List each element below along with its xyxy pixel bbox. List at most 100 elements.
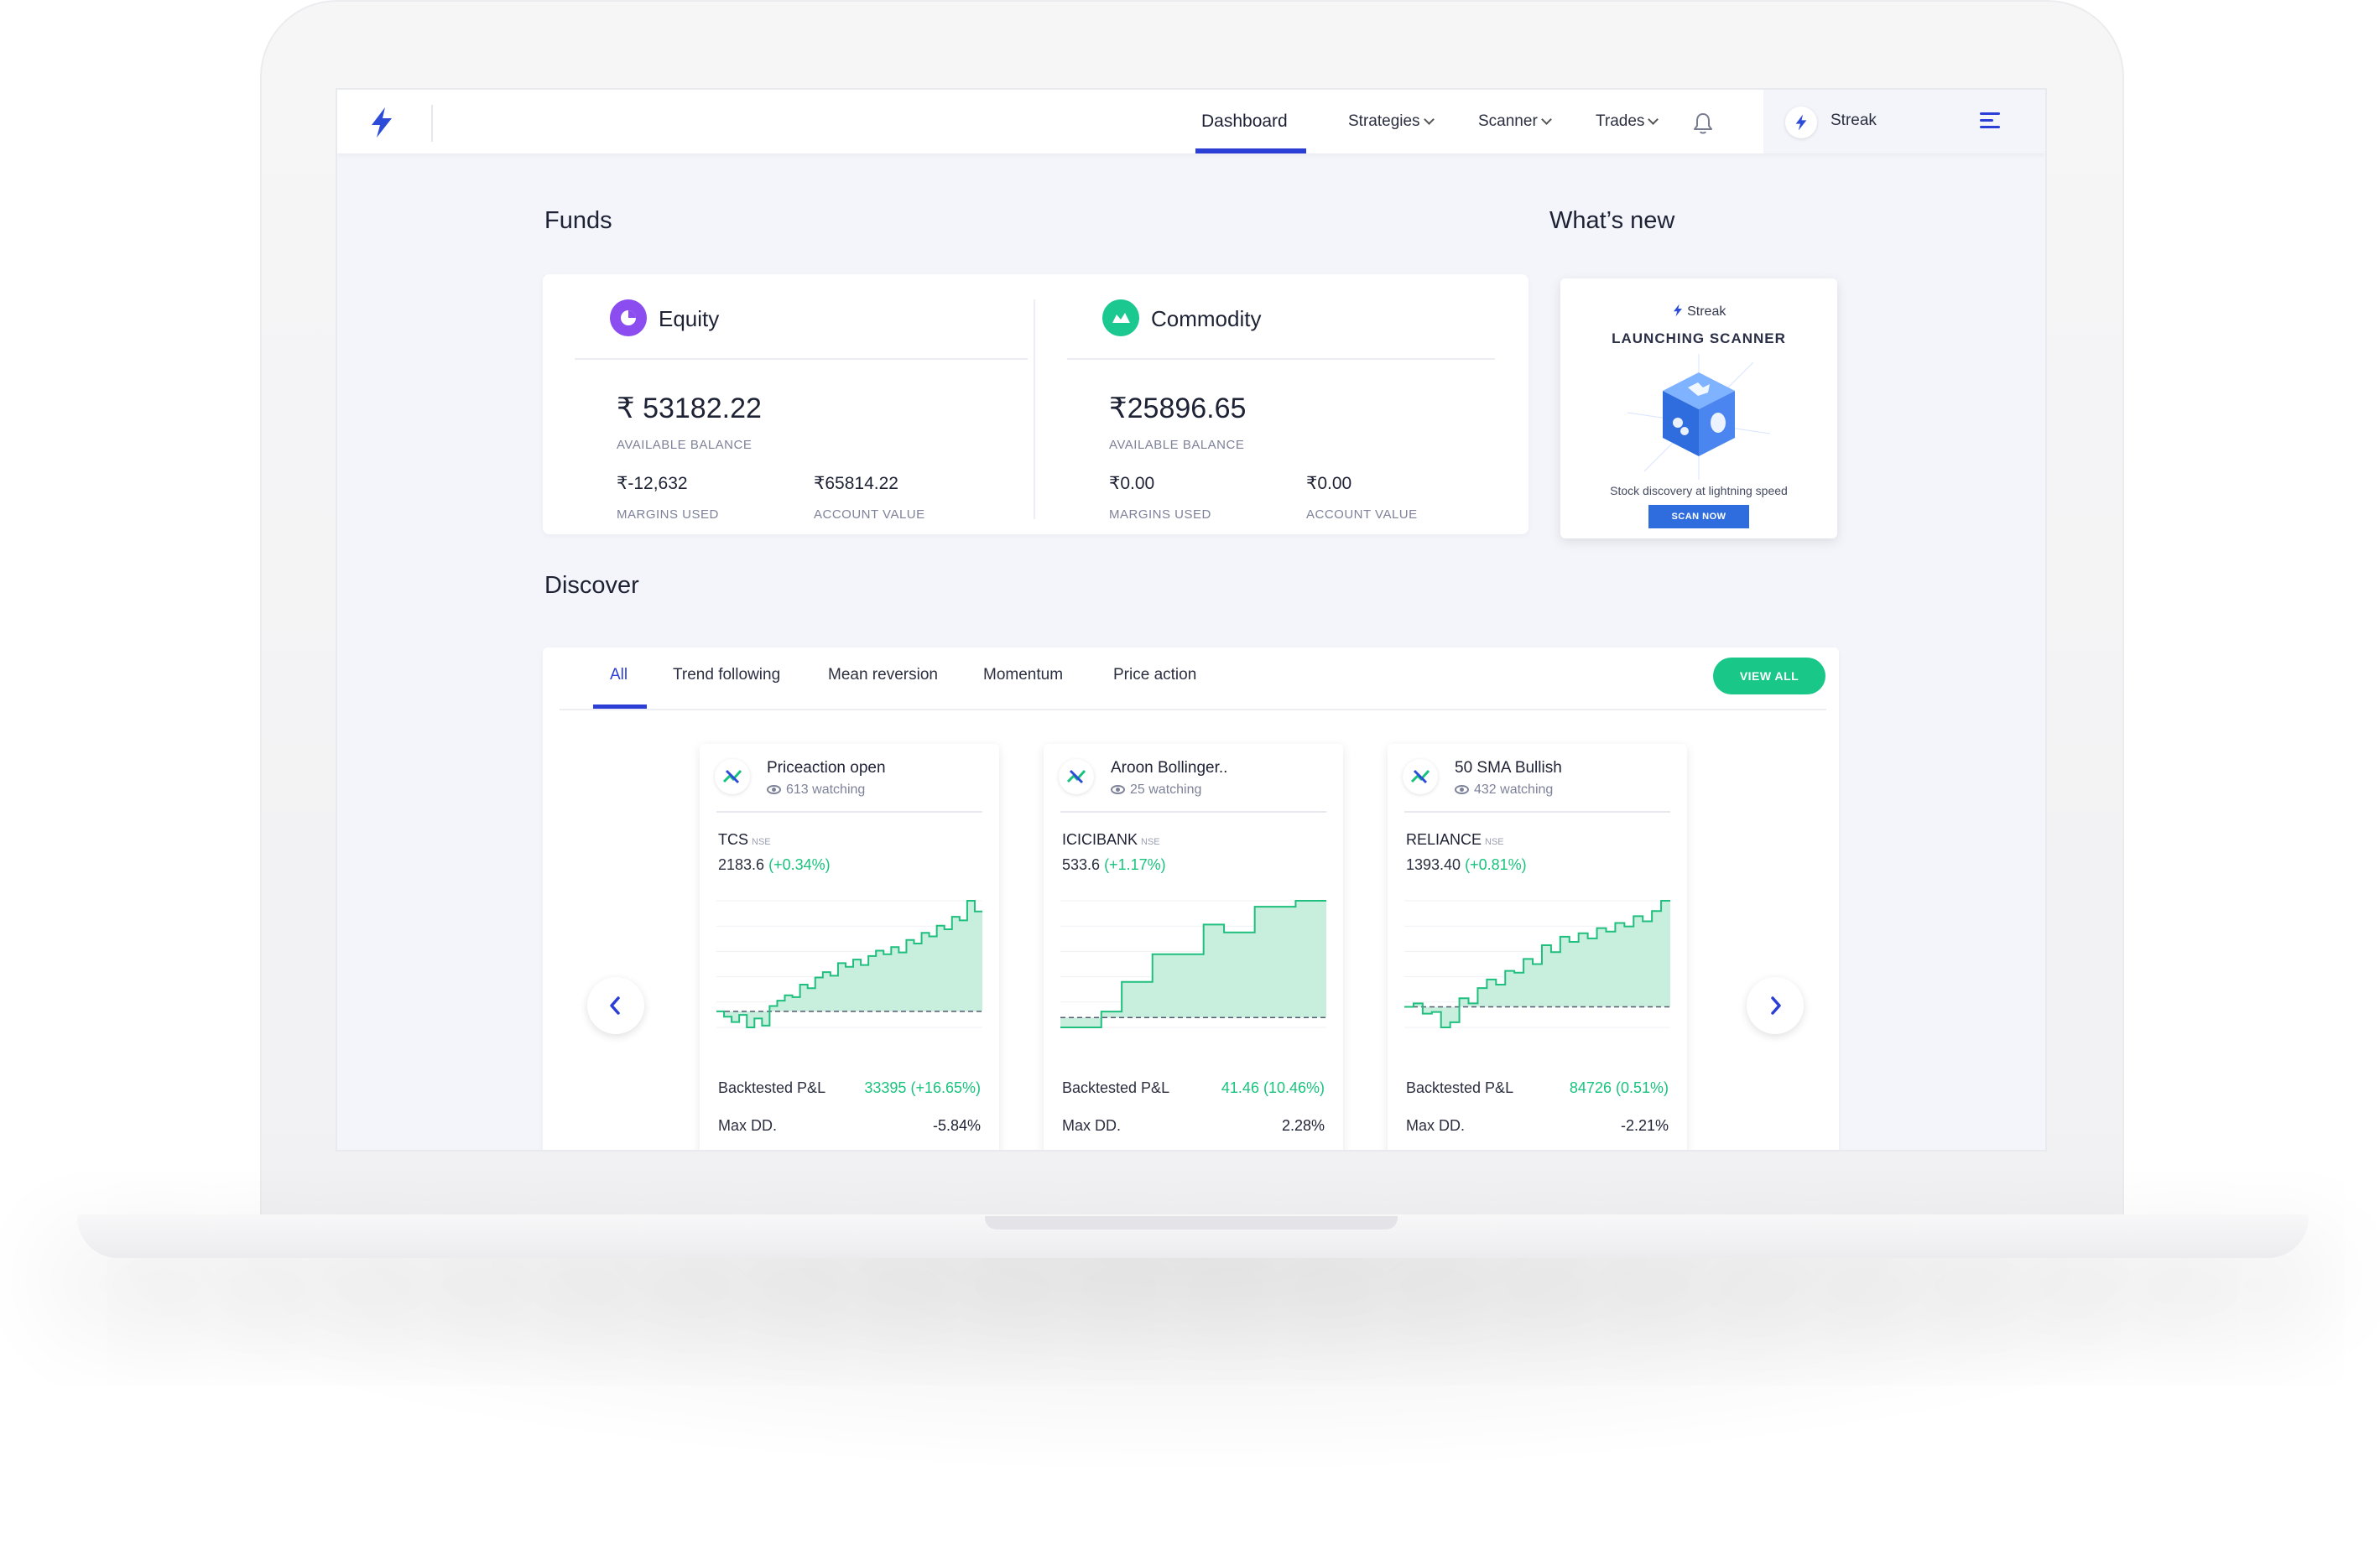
commodity-account-value: ₹0.00 — [1306, 474, 1352, 493]
commodity-margins-label: MARGINS USED — [1109, 507, 1211, 522]
strategy-card[interactable]: 50 SMA Bullish 432 watching RELIANCE NSE … — [1388, 744, 1687, 1150]
strategy-price: 2183.6 (+0.34%) — [718, 856, 831, 874]
account-avatar[interactable] — [1785, 107, 1817, 138]
pnl-label: Backtested P&L — [1406, 1079, 1514, 1096]
max-dd-value: 2.28% — [1281, 1117, 1325, 1134]
eye-icon — [767, 785, 781, 794]
commodity-section: Commodity ₹25896.65 AVAILABLE BALANCE ₹0… — [1035, 274, 1529, 534]
eye-icon — [1111, 785, 1125, 794]
tab-price-action[interactable]: Price action — [1113, 666, 1196, 684]
streak-logo-icon — [1673, 304, 1682, 317]
nav-dashboard[interactable]: Dashboard — [1201, 112, 1288, 137]
symbol-text: RELIANCE — [1406, 831, 1482, 848]
nav-trades-label: Trades — [1596, 112, 1645, 130]
exchange-text: NSE — [1141, 837, 1160, 847]
exchange-text: NSE — [752, 837, 771, 847]
account-area: Streak — [1763, 90, 2045, 153]
bell-icon[interactable] — [1692, 112, 1714, 135]
strategy-divider — [1404, 811, 1670, 813]
view-all-button[interactable]: VIEW ALL — [1713, 658, 1825, 694]
nav-separator — [431, 105, 433, 142]
price-text: 533.6 — [1062, 856, 1101, 873]
strategy-price: 533.6 (+1.17%) — [1062, 856, 1166, 874]
strategy-avatar — [715, 759, 750, 794]
pnl-value: 84726 (0.51%) — [1569, 1079, 1669, 1096]
whats-new-title: What’s new — [1549, 207, 1675, 234]
strategy-name: Aroon Bollinger.. — [1111, 759, 1228, 777]
commodity-divider — [1067, 358, 1495, 360]
tab-momentum[interactable]: Momentum — [983, 666, 1063, 684]
commodity-icon — [1102, 299, 1139, 336]
equity-divider — [575, 358, 1028, 360]
price-change: (+0.34%) — [768, 856, 831, 873]
streak-logo-icon[interactable] — [367, 107, 396, 138]
pnl-value: 33395 (+16.65%) — [864, 1079, 981, 1096]
menu-icon[interactable] — [1980, 112, 2000, 129]
equity-label: Equity — [659, 306, 720, 331]
equity-section: Equity ₹ 53182.22 AVAILABLE BALANCE ₹-12… — [543, 274, 1034, 534]
promo-headline: LAUNCHING SCANNER — [1612, 330, 1786, 346]
nav-trades[interactable]: Trades — [1596, 112, 1659, 137]
max-dd-label: Max DD. — [1406, 1117, 1466, 1134]
strategy-watching: 25 watching — [1111, 782, 1201, 798]
equity-balance-label: AVAILABLE BALANCE — [617, 438, 753, 452]
chevron-down-icon — [1648, 114, 1659, 125]
app-screen: Dashboard Strategies Scanner Trades Stre… — [336, 88, 2047, 1152]
symbol-text: ICICIBANK — [1062, 831, 1138, 848]
strategy-divider — [716, 811, 982, 813]
strategy-divider — [1060, 811, 1326, 813]
equity-curve-chart — [716, 900, 982, 1028]
pnl-label: Backtested P&L — [718, 1079, 826, 1096]
nav-strategies-label: Strategies — [1348, 112, 1420, 130]
discover-title: Discover — [544, 572, 639, 599]
watching-count: 432 watching — [1474, 782, 1554, 797]
strategy-name: 50 SMA Bullish — [1455, 759, 1562, 777]
price-text: 1393.40 — [1406, 856, 1461, 873]
strategy-avatar — [1403, 759, 1438, 794]
strategy-avatar — [1059, 759, 1094, 794]
commodity-account-label: ACCOUNT VALUE — [1306, 507, 1418, 522]
tab-all[interactable]: All — [610, 666, 628, 684]
max-dd-value: -5.84% — [932, 1117, 981, 1134]
chevron-down-icon — [1540, 114, 1552, 125]
commodity-balance-label: AVAILABLE BALANCE — [1109, 438, 1245, 452]
strategy-icon — [1066, 769, 1086, 784]
strategy-name: Priceaction open — [767, 759, 886, 777]
account-name[interactable]: Streak — [1831, 112, 1877, 130]
carousel-next-button[interactable] — [1747, 977, 1804, 1034]
max-dd-label: Max DD. — [718, 1117, 778, 1134]
equity-curve-chart — [1060, 900, 1326, 1028]
strategy-card[interactable]: Aroon Bollinger.. 25 watching ICICIBANK N… — [1044, 744, 1343, 1150]
watching-count: 25 watching — [1130, 782, 1202, 797]
commodity-label: Commodity — [1151, 306, 1262, 331]
max-dd-value: -2.21% — [1620, 1117, 1669, 1134]
nav-active-indicator — [1195, 148, 1306, 153]
strategy-watching: 432 watching — [1455, 782, 1553, 798]
strategy-symbol: TCS NSE — [718, 831, 771, 849]
equity-balance: ₹ 53182.22 — [617, 393, 762, 424]
tab-trend-following[interactable]: Trend following — [673, 666, 780, 684]
max-dd-label: Max DD. — [1062, 1117, 1122, 1134]
whats-new-card[interactable]: Streak LAUNCHING SCANNER Stock discovery… — [1560, 278, 1837, 538]
commodity-margins-used: ₹0.00 — [1109, 474, 1155, 493]
chevron-down-icon — [1423, 114, 1435, 125]
exchange-text: NSE — [1485, 837, 1504, 847]
promo-tagline: Stock discovery at lightning speed — [1610, 484, 1788, 497]
eye-icon — [1455, 785, 1469, 794]
scan-now-button[interactable]: SCAN NOW — [1648, 505, 1749, 528]
pnl-value: 41.46 (10.46%) — [1221, 1079, 1325, 1096]
equity-curve-area — [1060, 901, 1326, 1027]
strategy-card[interactable]: Priceaction open 613 watching TCS NSE 218… — [700, 744, 999, 1150]
tab-mean-reversion[interactable]: Mean reversion — [828, 666, 938, 684]
chevron-left-icon — [610, 996, 620, 1015]
laptop-shadow — [84, 1258, 2299, 1476]
tabs-divider — [560, 709, 1826, 710]
strategy-price: 1393.40 (+0.81%) — [1406, 856, 1527, 874]
nav-scanner[interactable]: Scanner — [1478, 112, 1552, 137]
carousel-prev-button[interactable] — [587, 977, 644, 1034]
funds-title: Funds — [544, 207, 612, 234]
equity-curve-area — [716, 901, 982, 1027]
pie-chart-icon — [610, 299, 647, 336]
streak-logo-icon — [1795, 114, 1807, 131]
nav-strategies[interactable]: Strategies — [1348, 112, 1435, 137]
